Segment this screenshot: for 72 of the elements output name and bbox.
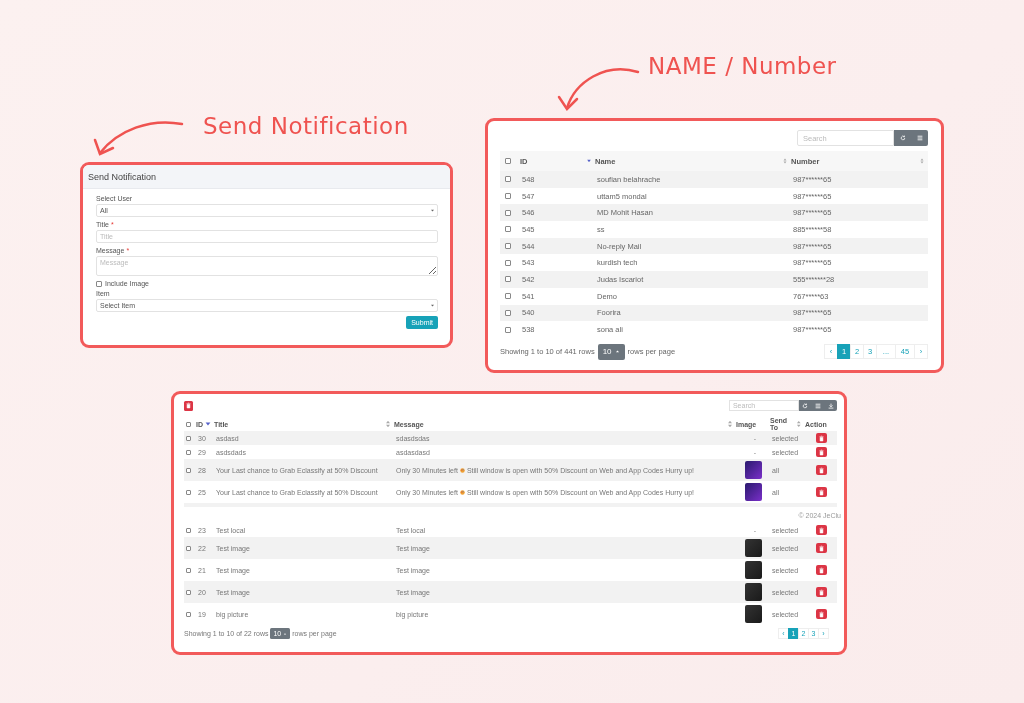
annotation-label: NAME / Number [648,53,837,79]
checkbox[interactable] [186,467,191,473]
delete-row-button[interactable] [815,433,827,443]
checkbox[interactable] [96,280,102,287]
checkbox[interactable] [505,309,511,316]
checkbox[interactable] [186,435,191,441]
checkbox[interactable] [505,176,511,183]
checkbox[interactable] [505,276,511,283]
palette-icon [459,467,465,473]
checkbox[interactable] [505,259,511,266]
checkbox[interactable] [505,243,511,250]
trash-icon [817,448,825,456]
sort-icon[interactable] [384,420,392,428]
annotation-label: Send Notification [203,113,409,139]
delete-row-button[interactable] [815,525,827,535]
delete-row-button[interactable] [815,465,827,475]
refresh-button[interactable] [894,130,911,146]
thumbnail-image [744,483,762,501]
trash-icon [817,488,825,496]
trash-icon [817,526,825,534]
trash-icon [817,544,825,552]
trash-icon [185,402,192,409]
trash-icon [817,434,825,442]
checkbox[interactable] [505,193,511,200]
delete-row-button[interactable] [815,587,827,597]
checkbox[interactable] [505,326,511,333]
sort-icon[interactable] [726,420,734,428]
thumbnail-image [744,461,762,479]
delete-row-button[interactable] [815,543,827,553]
caret-down-icon [430,208,435,213]
page-size-button[interactable]: 10 [597,343,625,360]
checkbox[interactable] [505,209,511,216]
checkbox[interactable] [505,158,511,164]
export-button[interactable] [824,400,837,411]
checkbox[interactable] [186,449,191,455]
thumbnail-image [744,605,762,623]
thumbnail-image [744,561,762,579]
list-icon [814,402,821,409]
refresh-icon [802,402,809,409]
trash-icon [817,466,825,474]
checkbox[interactable] [505,226,511,233]
caret-up-icon [614,349,620,355]
delete-row-button[interactable] [815,609,827,619]
checkbox[interactable] [505,293,511,300]
caret-up-icon [283,631,288,636]
refresh-icon [899,135,906,141]
columns-button[interactable] [911,130,928,146]
palette-icon [459,489,465,495]
thumbnail-image [744,583,762,601]
checkbox[interactable] [186,611,191,617]
checkbox[interactable] [186,545,191,551]
delete-row-button[interactable] [815,487,827,497]
sort-icon[interactable] [795,420,803,428]
delete-button[interactable] [184,400,193,411]
panel-title: Send Notification [88,171,157,182]
caret-down-icon [430,303,435,308]
refresh-button[interactable] [798,400,812,411]
list-icon [916,135,923,141]
thumbnail-image [744,539,762,557]
checkbox[interactable] [186,567,191,573]
trash-icon [817,610,825,618]
download-icon [827,402,834,409]
delete-row-button[interactable] [815,565,827,575]
trash-icon [817,588,825,596]
checkbox[interactable] [186,489,191,495]
sort-down-icon[interactable] [204,420,212,428]
sort-down-icon[interactable] [586,158,592,164]
delete-row-button[interactable] [815,447,827,457]
trash-icon [817,566,825,574]
checkbox[interactable] [186,421,191,427]
checkbox[interactable] [186,527,191,533]
checkbox[interactable] [186,589,191,595]
